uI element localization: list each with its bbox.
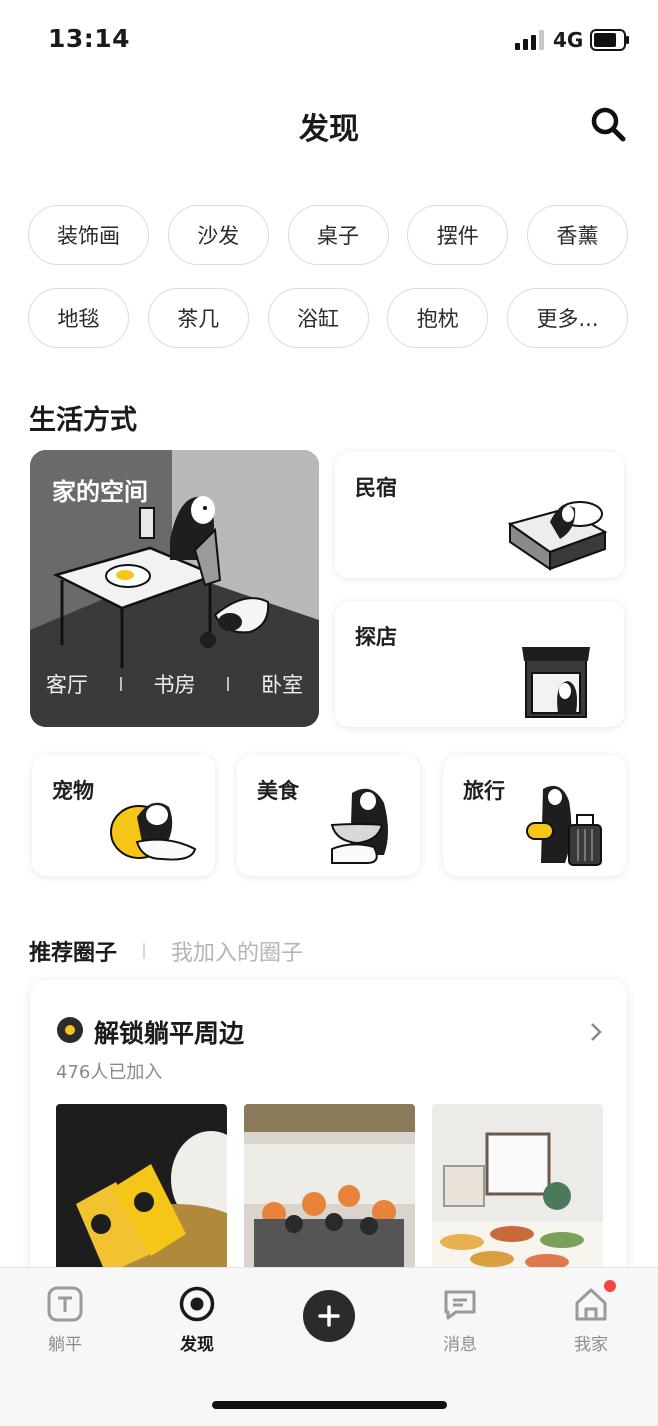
pets-card[interactable]: 宠物: [32, 755, 215, 876]
discover-icon: [179, 1286, 215, 1322]
circle-tabs: 推荐圈子 我加入的圈子: [29, 935, 303, 967]
create-post-button[interactable]: [303, 1290, 355, 1342]
notification-dot: [604, 1280, 616, 1292]
page-title: 发现: [299, 112, 359, 147]
homestay-card[interactable]: 民宿: [335, 452, 624, 578]
chip-carpet[interactable]: 地毯: [28, 288, 129, 348]
homestay-label: 民宿: [355, 476, 397, 500]
food-illustration: [330, 788, 388, 864]
pet-illustration: [110, 802, 197, 861]
nav-my-home[interactable]: 我家: [546, 1286, 636, 1355]
circle-card[interactable]: 解锁躺平周边 476人已加入: [30, 980, 627, 1310]
circle-member-count: 476人已加入: [56, 1062, 163, 1083]
travel-label: 旅行: [463, 779, 505, 803]
travel-card[interactable]: 旅行: [443, 755, 626, 876]
chip-sofa[interactable]: 沙发: [167, 205, 269, 265]
nav-lie-flat[interactable]: 躺平: [20, 1286, 110, 1355]
shop-visit-card[interactable]: 探店: [335, 601, 624, 727]
chip-coffee-table[interactable]: 茶几: [147, 288, 249, 348]
chip-decorative-painting[interactable]: 装饰画: [28, 205, 149, 265]
room-links: 客厅 书房 卧室: [30, 669, 319, 699]
lie-flat-icon: [47, 1286, 83, 1322]
nav-label: 我家: [574, 1335, 608, 1355]
message-icon: [444, 1290, 476, 1320]
chip-ornament[interactable]: 摆件: [407, 205, 509, 265]
search-button[interactable]: [588, 104, 630, 146]
circle-logo-icon: [57, 1017, 83, 1043]
chip-bathtub[interactable]: 浴缸: [267, 288, 369, 348]
food-label: 美食: [257, 779, 299, 803]
signal-icon: [515, 30, 544, 50]
circle-photo-2[interactable]: [244, 1104, 415, 1274]
nav-label: 消息: [443, 1335, 477, 1355]
travel-illustration: [526, 785, 602, 866]
battery-icon: [590, 29, 629, 51]
network-type: 4G: [553, 28, 584, 52]
bed-illustration: [507, 501, 608, 571]
search-icon: [591, 107, 626, 142]
pets-label: 宠物: [52, 779, 94, 803]
circle-title: 解锁躺平周边: [94, 1019, 245, 1048]
category-row-2: 地毯 茶几 浴缸 抱枕 更多...: [28, 288, 628, 348]
nav-messages[interactable]: 消息: [415, 1286, 505, 1355]
home-space-label: 家的空间: [52, 478, 148, 506]
status-bar: 13:14 4G: [0, 0, 658, 80]
room-bedroom[interactable]: 卧室: [261, 669, 303, 699]
status-time: 13:14: [48, 24, 131, 53]
chip-pillow[interactable]: 抱枕: [387, 288, 489, 348]
circle-photo-1[interactable]: [56, 1104, 227, 1274]
tab-recommended-circles[interactable]: 推荐圈子: [29, 935, 117, 967]
nav-label: 躺平: [48, 1335, 82, 1355]
home-indicator: [212, 1401, 447, 1409]
home-icon: [575, 1288, 607, 1321]
chip-aroma[interactable]: 香薰: [527, 205, 628, 265]
category-row-1: 装饰画 沙发 桌子 摆件 香薰: [28, 205, 628, 265]
plus-icon: [318, 1305, 340, 1327]
shop-visit-label: 探店: [355, 625, 397, 649]
room-divider: [227, 677, 230, 691]
food-card[interactable]: 美食: [237, 755, 420, 876]
tab-divider: [143, 943, 146, 959]
nav-discover[interactable]: 发现: [152, 1286, 242, 1355]
room-divider: [119, 677, 122, 691]
nav-label: 发现: [180, 1335, 214, 1355]
lifestyle-title: 生活方式: [29, 405, 137, 436]
tab-joined-circles[interactable]: 我加入的圈子: [171, 935, 303, 967]
chip-more[interactable]: 更多...: [507, 288, 628, 348]
chevron-right-icon[interactable]: [588, 1020, 604, 1044]
shop-illustration: [522, 647, 590, 718]
room-study[interactable]: 书房: [153, 669, 195, 699]
home-space-card[interactable]: 家的空间 客厅 书房 卧室: [30, 450, 319, 727]
circle-photo-3[interactable]: [432, 1104, 603, 1274]
room-living-room[interactable]: 客厅: [46, 669, 88, 699]
chip-table[interactable]: 桌子: [287, 205, 389, 265]
